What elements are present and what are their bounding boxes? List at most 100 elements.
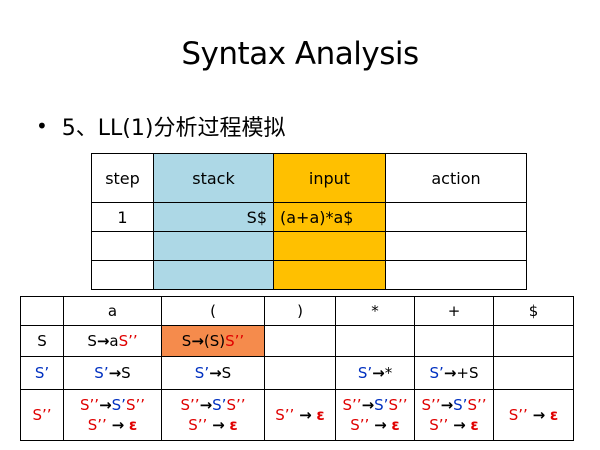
epsilon-symbol: ε — [470, 416, 479, 434]
simulation-header-row: step stack input action — [91, 153, 527, 203]
production-rhs: +S — [456, 364, 479, 382]
stack-cell — [153, 260, 274, 290]
production-lhs: S — [87, 332, 97, 350]
bullet-prefix: 5、LL(1) — [61, 116, 154, 141]
production-lhs: S — [181, 332, 192, 350]
row-S-double-prime: S’’ S’’→S’S’’ S’’ → ε S’’→S’S’’ S’’ → ε … — [20, 389, 574, 441]
production-rhs: S — [121, 364, 131, 382]
header-action: action — [385, 153, 527, 203]
input-cell: (a+a)*a$ — [273, 202, 386, 232]
cell-Sp-a: S’→S — [63, 356, 162, 390]
column-a: a — [63, 296, 162, 326]
production-rhs-nonterminal: S’’ — [225, 332, 245, 350]
action-cell — [385, 231, 527, 261]
arrow-icon: → — [374, 416, 387, 434]
step-cell — [91, 260, 154, 290]
cell-Sp-lparen: S’→S — [161, 356, 265, 390]
cell-Spp-a: S’’→S’S’’ S’’ → ε — [63, 389, 162, 441]
column-rparen: ) — [264, 296, 336, 326]
arrow-icon: → — [440, 396, 454, 414]
arrow-icon: → — [443, 364, 457, 382]
production-lhs: S’ — [194, 364, 210, 382]
arrow-icon: → — [361, 396, 375, 414]
table-row — [91, 260, 527, 290]
production-line: S’’ → ε — [87, 416, 138, 434]
arrow-icon: → — [372, 364, 385, 382]
cell-Sp-dollar — [493, 356, 574, 390]
arrow-icon: → — [191, 332, 204, 350]
production-line: S’’→S’S’’ — [180, 396, 246, 414]
production-line: S’’ → ε — [429, 416, 479, 434]
epsilon-symbol: ε — [316, 406, 325, 424]
bullet-dot-icon: • — [36, 114, 48, 138]
simulation-table: step stack input action 1 S$ (a+a)*a$ — [91, 153, 527, 290]
epsilon-symbol: ε — [391, 416, 400, 434]
cell-Sp-star: S’→* — [335, 356, 415, 390]
production-lhs: S’ — [429, 364, 444, 382]
slide-title: Syntax Analysis — [181, 36, 419, 72]
arrow-icon: → — [299, 406, 312, 424]
arrow-icon: → — [209, 364, 222, 382]
step-cell: 1 — [91, 202, 154, 232]
cell-Spp-rparen: S’’ → ε — [264, 389, 336, 441]
header-step: step — [91, 153, 154, 203]
production-rhs-nonterminal: S’’ — [118, 332, 138, 350]
row-S: S S→aS’’ S→(S)S’’ — [20, 325, 574, 357]
arrow-icon: → — [199, 396, 213, 414]
epsilon-symbol: ε — [128, 416, 138, 434]
header-stack: stack — [153, 153, 274, 203]
cell-S-plus — [414, 325, 494, 357]
row-header-S-double-prime: S’’ — [20, 389, 64, 441]
arrow-icon: → — [532, 406, 546, 424]
stack-cell: S$ — [153, 202, 274, 232]
epsilon-symbol: ε — [229, 416, 238, 434]
parsing-header-row: a ( ) * + $ — [20, 296, 574, 326]
table-row — [91, 231, 527, 261]
cell-Spp-star: S’’→S’S’’ S’’ → ε — [335, 389, 415, 441]
input-cell — [273, 231, 386, 261]
production-lhs: S’ — [94, 364, 109, 382]
column-star: * — [335, 296, 415, 326]
cell-S-dollar — [493, 325, 574, 357]
arrow-icon: → — [96, 332, 110, 350]
arrow-icon: → — [111, 416, 125, 434]
cell-Sp-rparen — [264, 356, 336, 390]
arrow-icon: → — [453, 416, 466, 434]
cell-S-rparen — [264, 325, 336, 357]
header-input: input — [273, 153, 386, 203]
production-lhs: S’ — [357, 364, 373, 382]
row-header-S-prime: S’ — [20, 356, 64, 390]
cell-Spp-lparen: S’’→S’S’’ S’’ → ε — [161, 389, 265, 441]
arrow-icon: → — [212, 416, 225, 434]
column-dollar: $ — [493, 296, 574, 326]
production-rhs: (S) — [203, 332, 226, 350]
table-row: 1 S$ (a+a)*a$ — [91, 202, 527, 232]
column-plus: + — [414, 296, 494, 326]
production-line: S’’→S’S’’ — [421, 396, 487, 414]
input-cell — [273, 260, 386, 290]
corner-cell — [20, 296, 64, 326]
cell-S-star — [335, 325, 415, 357]
epsilon-symbol: ε — [549, 406, 559, 424]
arrow-icon: → — [99, 396, 112, 414]
production-line: S’’→S’S’’ — [80, 396, 145, 414]
action-cell — [385, 260, 527, 290]
production-line: S’’ → ε — [350, 416, 400, 434]
production-rhs: * — [384, 364, 393, 382]
arrow-icon: → — [108, 364, 122, 382]
bullet-text: 分析过程模拟 — [153, 116, 286, 141]
production-line: S’’→S’S’’ — [342, 396, 408, 414]
cell-S-a: S→aS’’ — [63, 325, 162, 357]
cell-Spp-dollar: S’’ → ε — [493, 389, 574, 441]
row-header-S: S — [20, 325, 64, 357]
cell-S-lparen: S→(S)S’’ — [161, 325, 265, 357]
production-rhs: S — [221, 364, 232, 382]
production-rhs: a — [109, 332, 119, 350]
parsing-table: a ( ) * + $ S S→aS’’ S→(S)S’’ S’ S’→S S’… — [20, 296, 574, 441]
row-S-prime: S’ S’→S S’→S S’→* S’→+S — [20, 356, 574, 390]
stack-cell — [153, 231, 274, 261]
step-cell — [91, 231, 154, 261]
bullet-point: • 5、LL(1) 分析过程模拟 — [36, 110, 286, 142]
action-cell — [385, 202, 527, 232]
cell-Sp-plus: S’→+S — [414, 356, 494, 390]
